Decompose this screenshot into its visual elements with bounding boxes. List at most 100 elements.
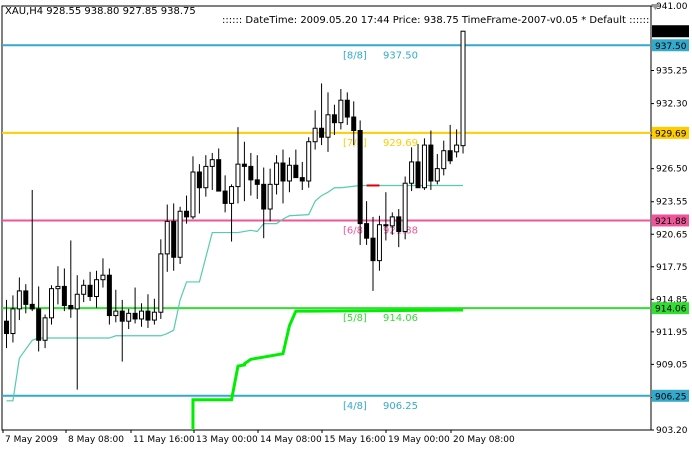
candle-bull-body[interactable]: [434, 168, 440, 182]
level-6-8-price-tag: 921.88: [655, 217, 687, 227]
symbol-ohlc-label: XAU,H4 928.55 938.80 927.85 938.75: [5, 6, 196, 17]
candle-bull-body[interactable]: [376, 224, 382, 262]
candle-bull-body[interactable]: [229, 186, 235, 204]
candle-bear-body[interactable]: [145, 310, 151, 321]
time-axis-label: 14 May 08:00: [260, 435, 322, 445]
plot-frame: [1, 5, 652, 431]
candle-bull-body[interactable]: [100, 274, 106, 281]
candle-bull-body[interactable]: [312, 127, 318, 143]
candle-bear-body[interactable]: [344, 99, 350, 118]
candle-bull-body[interactable]: [325, 114, 331, 138]
murrey-level-4-8-label: [4/8]: [343, 401, 367, 412]
price-axis-label: 932.30: [656, 100, 688, 110]
candle-bear-body[interactable]: [23, 290, 29, 305]
candle-bull-body[interactable]: [421, 144, 427, 189]
candle-bull-body[interactable]: [55, 285, 61, 290]
chart-window[interactable]: XAU,H4 928.55 938.80 927.85 938.75::::::…: [0, 0, 692, 449]
candle-bull-body[interactable]: [190, 171, 196, 218]
candle-bull-body[interactable]: [306, 141, 312, 182]
candle-bear-body[interactable]: [171, 220, 177, 258]
candle-bear-body[interactable]: [196, 171, 202, 189]
candle-bull-body[interactable]: [81, 284, 87, 295]
price-axis-label: 926.50: [656, 165, 688, 175]
candle-bull-body[interactable]: [402, 182, 408, 232]
candle-bull-body[interactable]: [460, 30, 466, 147]
price-axis-label: 911.95: [656, 328, 688, 338]
candle-bear-body[interactable]: [222, 190, 228, 204]
candle-bear-body[interactable]: [351, 116, 357, 132]
candle-bull-body[interactable]: [16, 290, 22, 310]
candle-bear-body[interactable]: [119, 310, 125, 322]
candle-bear-body[interactable]: [364, 223, 370, 239]
candle-bear-body[interactable]: [241, 163, 247, 167]
candle-bear-body[interactable]: [106, 274, 112, 317]
candle-bear-body[interactable]: [61, 285, 67, 306]
candle-bull-body[interactable]: [177, 210, 183, 258]
candle-bull-body[interactable]: [286, 164, 292, 182]
candle-bull-body[interactable]: [74, 293, 80, 310]
candle-bull-body[interactable]: [49, 288, 55, 319]
time-axis-label: 11 May 16:00: [133, 435, 195, 445]
murrey-level-7-8-label: [7/8]: [343, 138, 367, 149]
candle-bear-body[interactable]: [261, 183, 267, 210]
level-8-8-price-tag: 937.50: [655, 42, 687, 52]
time-axis-label: 7 May 2009: [5, 435, 58, 445]
candle-bull-body[interactable]: [10, 308, 16, 335]
candle-bear-body[interactable]: [447, 150, 453, 162]
candle-bull-body[interactable]: [409, 161, 415, 184]
indicator-info-label: :::::: DateTime: 2009.05.20 17:44 Price:…: [222, 15, 649, 26]
candle-bull-body[interactable]: [126, 312, 132, 322]
candle-bear-body[interactable]: [248, 165, 254, 181]
candle-bear-body[interactable]: [36, 308, 42, 341]
candle-bull-body[interactable]: [151, 311, 157, 321]
candle-bull-body[interactable]: [267, 183, 273, 210]
candle-bear-body[interactable]: [280, 162, 286, 182]
time-axis-label: 19 May 00:00: [388, 435, 450, 445]
candle-bull-body[interactable]: [338, 99, 344, 124]
murrey-level-8-8-value: 937.50: [383, 50, 418, 61]
candle-bear-body[interactable]: [357, 130, 363, 225]
murrey-level-5-8-value: 914.06: [383, 313, 418, 324]
candle-bull-body[interactable]: [454, 144, 460, 153]
candle-bull-body[interactable]: [274, 162, 280, 185]
candle-bear-body[interactable]: [415, 161, 421, 189]
candle-bull-body[interactable]: [94, 279, 100, 298]
level-7-8-price-tag: 929.69: [655, 129, 687, 139]
candle-bull-body[interactable]: [389, 216, 395, 227]
candle-bear-body[interactable]: [216, 159, 222, 192]
candle-bear-body[interactable]: [319, 127, 325, 138]
murrey-level-5-8-label: [5/8]: [343, 313, 367, 324]
candle-bear-body[interactable]: [4, 320, 9, 335]
candle-bear-body[interactable]: [370, 237, 376, 262]
candle-bear-body[interactable]: [396, 216, 402, 232]
candle-bull-body[interactable]: [139, 310, 145, 320]
chart-canvas[interactable]: XAU,H4 928.55 938.80 927.85 938.75::::::…: [0, 0, 692, 449]
candle-bull-body[interactable]: [235, 163, 241, 188]
price-axis-label: 917.75: [656, 263, 688, 273]
murrey-level-6-8-label: [6/8]: [343, 225, 367, 236]
candle-bull-body[interactable]: [42, 317, 48, 341]
candle-bear-body[interactable]: [184, 210, 190, 218]
price-axis-label: 941.00: [656, 2, 688, 12]
candle-bull-body[interactable]: [113, 310, 119, 317]
level-4-8-price-tag: 906.25: [655, 392, 687, 402]
candle-bear-body[interactable]: [87, 284, 93, 298]
candle-bear-body[interactable]: [293, 164, 299, 179]
candle-bear-body[interactable]: [331, 114, 337, 124]
candle-bull-body[interactable]: [441, 150, 447, 170]
candle-bull-body[interactable]: [203, 165, 209, 189]
candle-bear-body[interactable]: [383, 224, 389, 227]
candle-bear-body[interactable]: [132, 312, 138, 320]
time-axis-label: 8 May 08:00: [68, 435, 124, 445]
candle-bear-body[interactable]: [299, 177, 305, 182]
candle-bull-body[interactable]: [158, 253, 164, 313]
candle-bear-body[interactable]: [68, 304, 74, 310]
candle-bear-body[interactable]: [428, 144, 434, 182]
candle-bear-body[interactable]: [29, 303, 35, 310]
time-axis-label: 15 May 16:00: [324, 435, 386, 445]
price-axis-label: 935.25: [656, 66, 688, 76]
candle-bull-body[interactable]: [209, 159, 215, 167]
candle-bear-body[interactable]: [254, 179, 260, 185]
murrey-level-7-8-value: 929.69: [383, 138, 418, 149]
candle-bull-body[interactable]: [164, 220, 170, 255]
